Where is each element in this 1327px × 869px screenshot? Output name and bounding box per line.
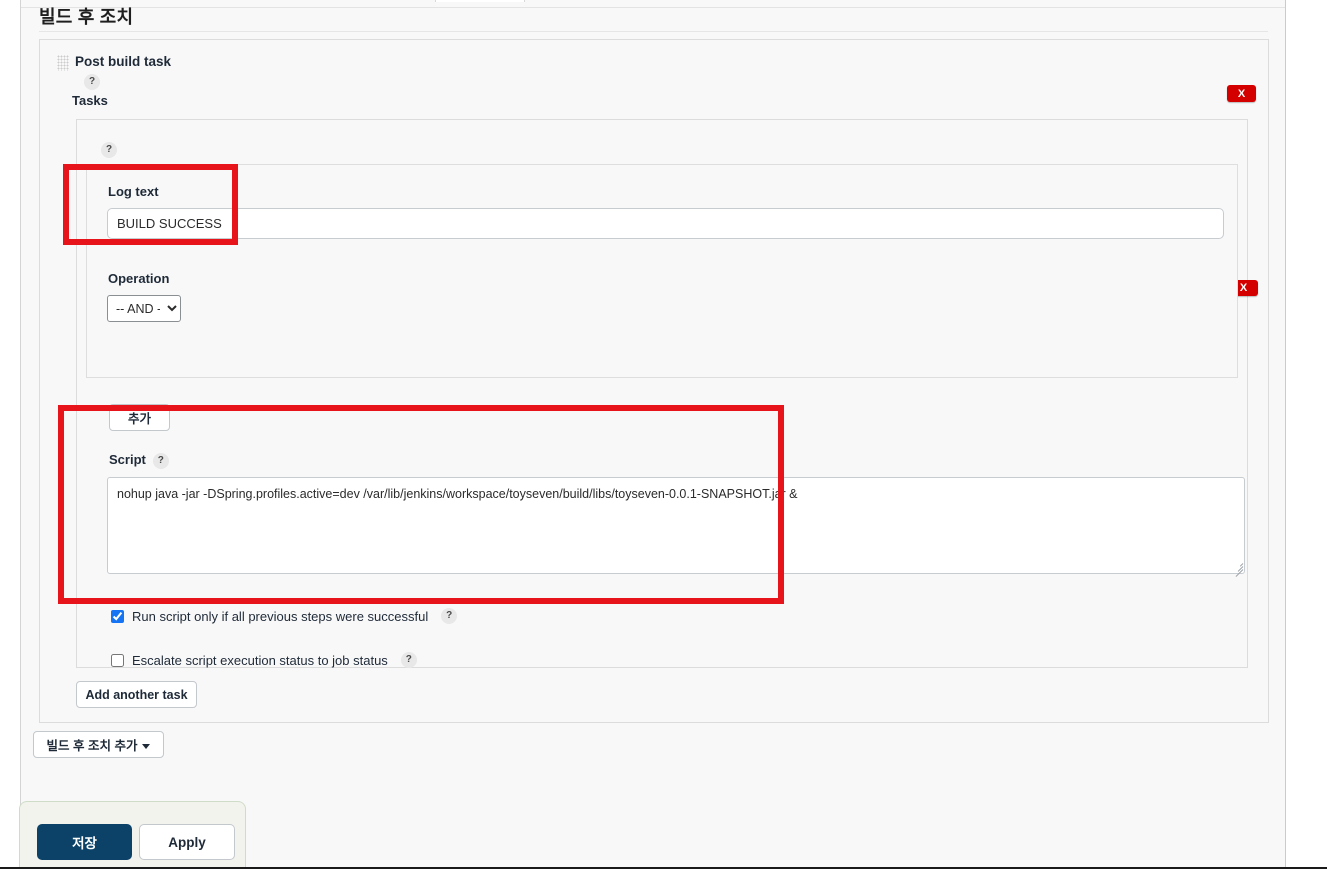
task-help-row: ? <box>101 141 117 159</box>
script-textarea[interactable] <box>107 477 1245 574</box>
script-label-row: Script? <box>109 452 169 469</box>
run-script-only-if-successful-checkbox[interactable] <box>111 609 124 623</box>
remove-post-build-task-button[interactable]: X <box>1227 85 1256 102</box>
script-label: Script <box>109 452 146 467</box>
log-condition-box: Log text Operation -- AND -- <box>86 164 1238 378</box>
save-action-bar: 저장 Apply <box>19 801 246 869</box>
title-divider <box>39 31 1268 32</box>
log-text-input[interactable] <box>107 208 1224 239</box>
help-icon[interactable]: ? <box>400 652 417 668</box>
top-divider <box>21 7 1285 8</box>
add-condition-button[interactable]: 추가 <box>109 404 170 431</box>
apply-button[interactable]: Apply <box>139 824 235 860</box>
drag-handle-icon[interactable] <box>57 55 69 71</box>
page-title: 빌드 후 조치 <box>39 7 134 27</box>
log-text-label: Log text <box>108 184 159 199</box>
operation-label: Operation <box>108 271 170 286</box>
help-icon[interactable]: ? <box>152 452 169 469</box>
operation-select[interactable]: -- AND -- <box>107 295 181 322</box>
help-icon[interactable]: ? <box>441 608 458 624</box>
add-another-task-button[interactable]: Add another task <box>76 681 197 708</box>
post-build-task-panel: Post build task X ? Tasks ? X Log text O… <box>39 39 1269 723</box>
escalate-script-status-label: Escalate script execution status to job … <box>132 652 388 668</box>
save-button[interactable]: 저장 <box>37 824 132 860</box>
escalate-script-status-row[interactable]: Escalate script execution status to job … <box>111 652 417 668</box>
escalate-script-status-checkbox[interactable] <box>111 653 124 667</box>
screen: 빌드 후 조치 Post build task X ? Tasks ? X Lo… <box>0 0 1327 869</box>
tasks-label: Tasks <box>72 93 108 108</box>
run-script-only-if-successful-row[interactable]: Run script only if all previous steps we… <box>111 608 458 624</box>
post-build-task-heading: Post build task <box>75 54 172 69</box>
help-icon[interactable]: ? <box>101 141 117 158</box>
chevron-down-icon <box>142 744 151 750</box>
config-page-column: 빌드 후 조치 Post build task X ? Tasks ? X Lo… <box>20 0 1286 869</box>
task-container: ? X Log text Operation -- AND -- 추가 Scri… <box>76 119 1258 668</box>
add-post-build-action-label: 빌드 후 조치 추가 <box>46 739 138 753</box>
run-script-only-if-successful-label: Run script only if all previous steps we… <box>132 608 429 624</box>
help-icon[interactable]: ? <box>84 73 100 90</box>
add-post-build-action-button[interactable]: 빌드 후 조치 추가 <box>33 731 164 758</box>
post-build-task-help-row: ? <box>84 73 100 91</box>
tab-strip-remnant <box>435 0 525 2</box>
